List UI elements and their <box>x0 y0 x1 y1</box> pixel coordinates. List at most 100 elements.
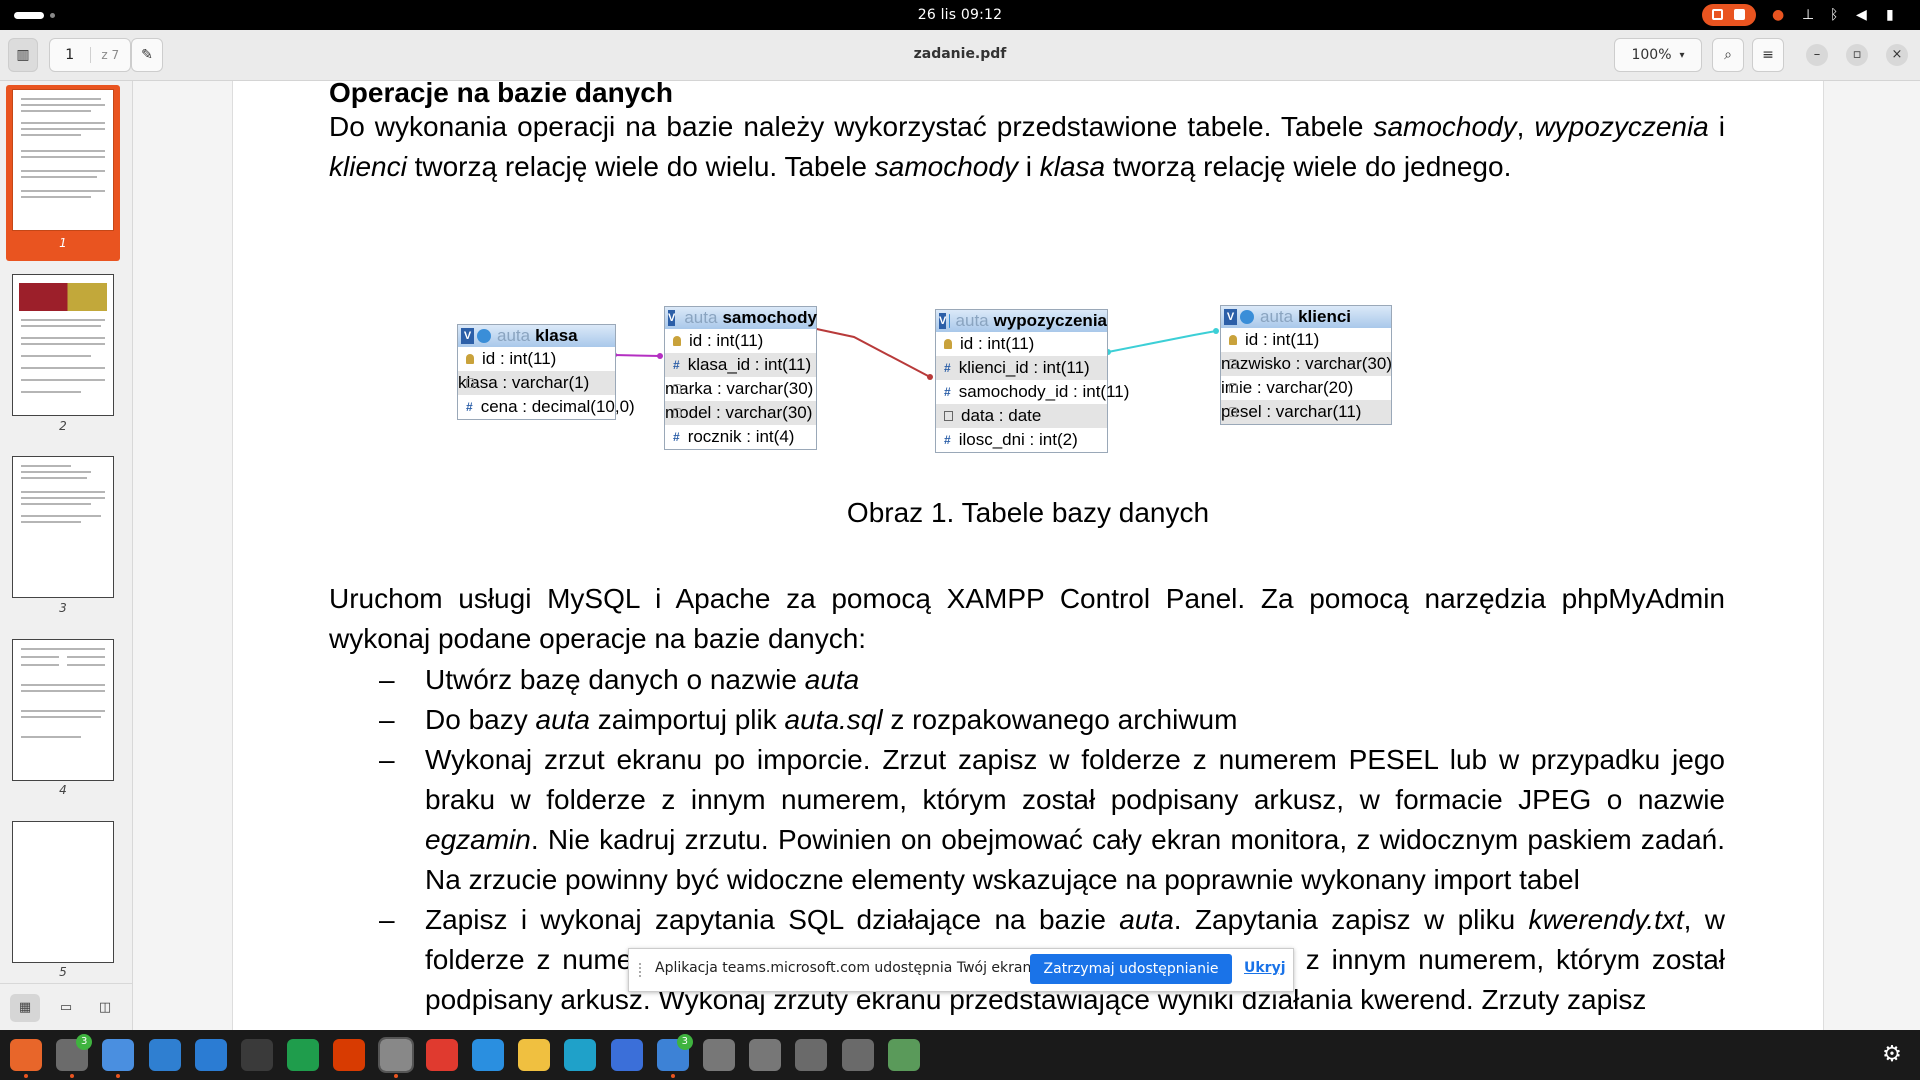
hide-link[interactable]: Ukryj <box>1244 960 1286 976</box>
thumbnail-label-1: 1 <box>59 236 67 250</box>
word-icon[interactable] <box>194 1039 227 1071</box>
document-icon[interactable] <box>148 1039 181 1071</box>
page-thumbnail-1[interactable] <box>12 89 114 231</box>
page-thumbnail-5[interactable] <box>12 821 114 963</box>
apps-grid-icon: ⚙ <box>1882 1042 1902 1067</box>
firefox-icon[interactable] <box>10 1039 42 1078</box>
battery-icon[interactable]: ▮ <box>1886 7 1894 23</box>
page-thumbnail-3[interactable] <box>12 456 114 598</box>
thumbnails-view-button[interactable]: ▦ <box>10 994 40 1022</box>
minimize-button[interactable]: – <box>1806 44 1828 66</box>
thumbnail-sidebar: 1 2 3 4 5 ▦ ▭ ◫ <box>0 81 133 1030</box>
primary-key-icon <box>1229 335 1237 345</box>
page-thumbnail-2[interactable] <box>12 274 114 416</box>
system-top-bar: 26 lis 09:12 ● ⊥ ᛒ ◀ ▮ <box>0 0 1920 30</box>
schema-name: auta <box>1260 307 1294 326</box>
microphone-icon[interactable]: ● <box>1772 7 1784 23</box>
teams-icon[interactable]: 3 <box>656 1034 693 1078</box>
instructions-paragraph: Uruchom usługi MySQL i Apache za pomocą … <box>329 583 1725 654</box>
gear-icon <box>1240 310 1254 324</box>
notification-badge: 3 <box>676 1034 693 1050</box>
table-name: klasa <box>535 326 578 345</box>
table-field: id : int(11) <box>1221 328 1391 352</box>
field-text: imie : varchar(20) <box>1221 378 1354 397</box>
primary-key-icon <box>466 354 474 364</box>
ssd-icon[interactable] <box>795 1039 828 1071</box>
field-text: id : int(11) <box>960 334 1035 353</box>
document-viewer-icon[interactable] <box>377 1037 414 1078</box>
table-field: model : varchar(30) <box>665 401 816 425</box>
running-indicator <box>670 1074 675 1078</box>
db-table-samochody: Vauta samochody id : int(11) # klasa_id : in… <box>664 306 817 450</box>
running-indicator <box>24 1074 28 1078</box>
table-header: Vauta wypozyczenia <box>936 310 1107 332</box>
primary-key-icon <box>673 336 681 346</box>
table-field: id : int(11) <box>665 329 816 353</box>
table-field: pesel : varchar(11) <box>1221 400 1391 424</box>
relation-endpoint <box>1213 328 1219 334</box>
drive-icon[interactable] <box>703 1039 735 1071</box>
collapse-icon: V <box>461 328 474 344</box>
search-button[interactable]: ⌕ <box>1712 38 1744 72</box>
relation-line-samochody-wypozyczenia <box>811 327 931 378</box>
schema-name: auta <box>684 308 718 327</box>
office-icon[interactable] <box>333 1039 366 1071</box>
trash-icon[interactable] <box>887 1039 920 1071</box>
table-field: # rocznik : int(4) <box>665 425 816 449</box>
notes-icon[interactable] <box>610 1039 643 1071</box>
field-text: data : date <box>961 406 1042 425</box>
wps-icon[interactable] <box>425 1039 458 1071</box>
comment-icon: ▭ <box>59 1000 73 1015</box>
db-table-klasa: Vauta klasa id : int(11) klasa : varchar(1)… <box>457 324 635 420</box>
thumbnail-label-2: 2 <box>59 419 67 433</box>
drive-icon[interactable] <box>749 1039 782 1071</box>
text-field-icon <box>673 408 681 418</box>
document-view[interactable]: Operacje na bazie danych Do wykonania op… <box>133 81 1920 1030</box>
clock[interactable]: 26 lis 09:12 <box>0 7 1920 23</box>
taskbar-dock: 3 3 ⚙ <box>0 1030 1920 1080</box>
field-text: klasa : varchar(1) <box>458 373 590 392</box>
zoom-dropdown[interactable]: 100% ▾ <box>1614 38 1702 72</box>
terminal-icon[interactable] <box>241 1039 273 1071</box>
network-icon[interactable]: ⊥ <box>1802 7 1814 23</box>
field-text: cena : decimal(10,0) <box>480 397 635 416</box>
primary-key-icon <box>944 339 952 349</box>
close-button[interactable]: × <box>1886 44 1908 66</box>
edge-icon[interactable] <box>564 1039 597 1071</box>
text-editor-icon[interactable] <box>518 1039 551 1071</box>
text-field-icon <box>1229 407 1237 417</box>
hamburger-menu-icon: ≡ <box>1762 47 1774 63</box>
files-icon[interactable]: 3 <box>56 1034 93 1078</box>
table-header: Vauta klasa <box>458 325 615 347</box>
vscode-icon[interactable] <box>472 1039 504 1071</box>
bluetooth-icon[interactable]: ᛒ <box>1830 7 1838 23</box>
table-name: klienci <box>1298 307 1352 326</box>
drag-handle[interactable] <box>639 963 645 977</box>
thumbnail-label-3: 3 <box>59 601 67 615</box>
volume-icon[interactable]: ◀ <box>1856 7 1867 23</box>
field-text: samochody_id : int(11) <box>958 382 1130 401</box>
outline-view-button[interactable]: ◫ <box>90 994 120 1022</box>
main-menu-button[interactable]: ≡ <box>1752 38 1784 72</box>
show-apps-button[interactable]: ⚙ <box>1878 1041 1906 1069</box>
chevron-down-icon: ▾ <box>1679 49 1685 61</box>
ssd-icon[interactable] <box>841 1039 874 1071</box>
screen-share-indicator[interactable] <box>1702 4 1756 26</box>
spreadsheet-icon[interactable] <box>287 1039 320 1071</box>
maximize-button[interactable]: ▫ <box>1846 44 1868 66</box>
sidebar-view-switcher: ▦ ▭ ◫ <box>0 983 132 1031</box>
text-field-icon <box>466 378 474 388</box>
annotations-view-button[interactable]: ▭ <box>51 994 81 1022</box>
field-text: id : int(11) <box>482 349 557 368</box>
table-field: # ilosc_dni : int(2) <box>936 428 1107 452</box>
relation-line-klasa-samochody <box>613 354 661 357</box>
field-text: pesel : varchar(11) <box>1221 402 1362 421</box>
table-name: wypozyczenia <box>993 311 1107 330</box>
page-thumbnail-4[interactable] <box>12 639 114 781</box>
chromium-icon[interactable] <box>102 1039 135 1078</box>
table-field: nazwisko : varchar(30) <box>1221 352 1392 376</box>
text-field-icon <box>1229 359 1237 369</box>
table-field: # klienci_id : int(11) <box>936 356 1107 380</box>
pdf-page: Operacje na bazie danych Do wykonania op… <box>232 81 1824 1030</box>
stop-sharing-button[interactable]: Zatrzymaj udostępnianie <box>1030 954 1232 984</box>
